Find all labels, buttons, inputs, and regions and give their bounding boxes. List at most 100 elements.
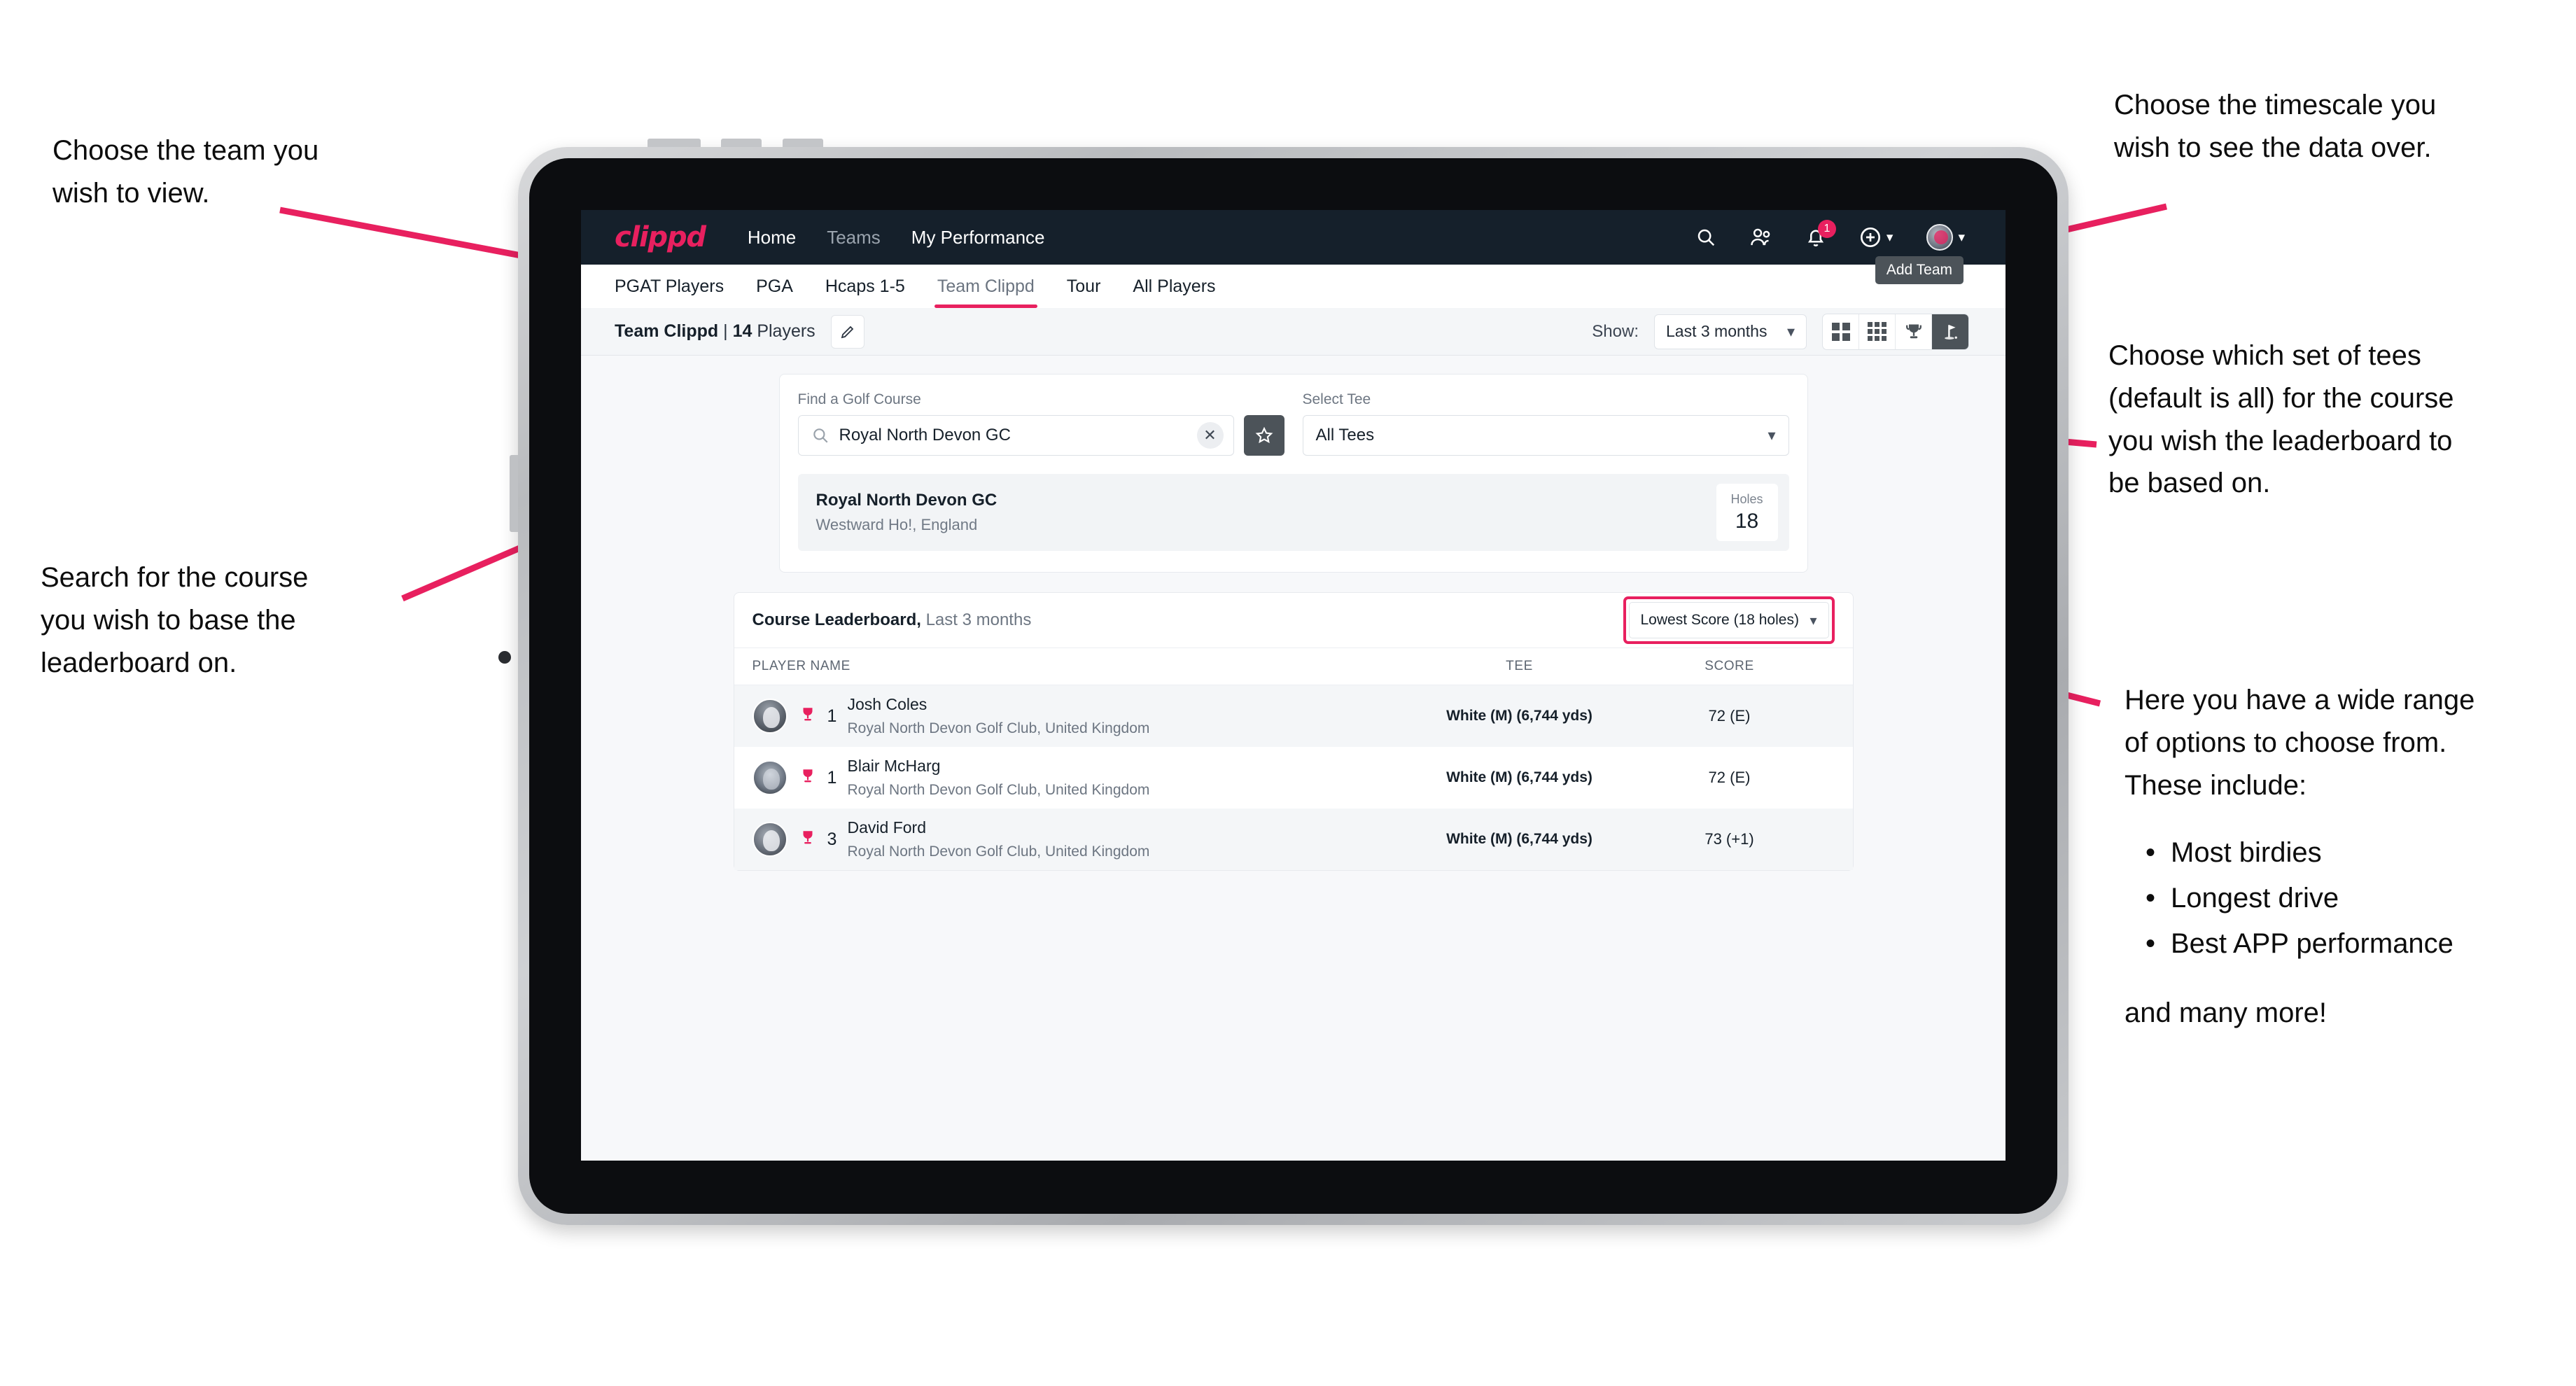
course-search-fields: Find a Golf Course Royal North Devon GC … (797, 391, 1789, 456)
player-names: Josh Coles Royal North Devon Golf Club, … (848, 695, 1150, 737)
search-icon[interactable] (1695, 227, 1716, 248)
player-tee: White (M) (6,744 yds) (1446, 708, 1592, 724)
chevron-down-icon: ▾ (1768, 426, 1776, 444)
find-course-field: Find a Golf Course Royal North Devon GC … (797, 391, 1284, 456)
chevron-down-icon: ▾ (1809, 612, 1817, 629)
device-button (510, 455, 518, 532)
chevron-down-icon[interactable]: ▾ (1958, 230, 1965, 246)
tab-team-clippd[interactable]: Team Clippd (934, 265, 1037, 308)
column-header-score: SCORE (1704, 659, 1754, 673)
annotation-options-outro: and many more! (2124, 997, 2328, 1028)
main-nav: Home Teams My Performance (748, 227, 1045, 248)
annotation-options-item: • Longest drive (2146, 877, 2558, 920)
avatar[interactable]: ▾ (1926, 224, 1965, 251)
trophy-icon (799, 706, 817, 727)
timescale-select[interactable]: Last 3 months ▾ (1654, 314, 1807, 349)
view-toggle-trophy[interactable] (1896, 314, 1932, 349)
player-club: Royal North Devon Golf Club, United King… (847, 782, 1150, 798)
player-tee: White (M) (6,744 yds) (1446, 769, 1592, 785)
search-icon (813, 428, 828, 443)
player-names: David Ford Royal North Devon Golf Club, … (848, 818, 1150, 860)
course-search-card: Find a Golf Course Royal North Devon GC … (778, 374, 1808, 573)
nav-item-my-performance[interactable]: My Performance (911, 227, 1045, 248)
avatar (752, 822, 788, 857)
trophy-icon (799, 767, 817, 789)
player-count: 14 (732, 321, 752, 341)
player-club: Royal North Devon Golf Club, United King… (847, 844, 1150, 860)
column-header-tee: TEE (1506, 659, 1533, 673)
edit-team-button[interactable] (830, 314, 864, 349)
leaderboard-sort-dropdown[interactable]: Lowest Score (18 holes) ▾ (1628, 602, 1829, 638)
table-row[interactable]: 1 Blair McHarg Royal North Devon Golf Cl… (734, 747, 1853, 808)
nav-item-teams[interactable]: Teams (827, 227, 881, 248)
leaderboard-header: Course Leaderboard, Last 3 months Lowest… (734, 593, 1853, 648)
tab-pgat-players[interactable]: PGAT Players (615, 265, 724, 308)
avatar-image (1926, 224, 1954, 251)
tab-hcaps-1-5[interactable]: Hcaps 1-5 (825, 265, 905, 308)
plus-circle-icon[interactable]: ▾ (1859, 226, 1893, 248)
select-tee-dropdown[interactable]: All Tees ▾ (1302, 415, 1789, 456)
clippd-logo[interactable]: clippd (615, 221, 706, 253)
chevron-down-icon[interactable]: ▾ (1886, 230, 1893, 246)
device-button (783, 139, 823, 147)
bullet-dot: • (2146, 927, 2156, 959)
player-score: 73 (+1) (1704, 830, 1754, 848)
add-team-tooltip: Add Team (1875, 256, 1963, 284)
course-result-name: Royal North Devon GC (816, 491, 997, 510)
tab-tour[interactable]: Tour (1067, 265, 1101, 308)
avatar (752, 699, 788, 734)
team-tabs: PGAT Players PGA Hcaps 1-5 Team Clippd T… (581, 256, 2005, 308)
player-name: Josh Coles (847, 695, 927, 713)
tab-all-players[interactable]: All Players (1133, 265, 1215, 308)
tablet-device: clippd Home Teams My Performance 1 ▾ ▾ P… (498, 139, 2068, 1225)
course-leaderboard-card: Course Leaderboard, Last 3 months Lowest… (733, 592, 1854, 871)
clear-search-button[interactable]: ✕ (1196, 422, 1224, 449)
favourite-course-button[interactable] (1243, 415, 1284, 456)
main-content: Find a Golf Course Royal North Devon GC … (581, 356, 2005, 871)
device-button (721, 139, 762, 147)
chevron-down-icon: ▾ (1786, 322, 1795, 340)
course-result-location: Westward Ho!, England (816, 516, 978, 533)
select-tee-value: All Tees (1315, 426, 1375, 444)
table-row[interactable]: 1 Josh Coles Royal North Devon Golf Club… (734, 685, 1853, 747)
view-toggle-grid-2x2[interactable] (1823, 314, 1859, 349)
grid-3x3-icon (1868, 322, 1886, 341)
nav-item-home[interactable]: Home (748, 227, 796, 248)
view-toggle-grid-3x3[interactable] (1859, 314, 1896, 349)
holes-value: 18 (1735, 509, 1759, 533)
table-row[interactable]: 3 David Ford Royal North Devon Golf Club… (734, 808, 1853, 870)
player-score: 72 (E) (1708, 707, 1751, 724)
annotation-options: Here you have a wide range of options to… (2124, 679, 2558, 1035)
annotation-search: Search for the course you wish to base t… (41, 562, 309, 678)
app-header: clippd Home Teams My Performance 1 ▾ ▾ (581, 210, 2005, 265)
course-search-input[interactable]: Royal North Devon GC ✕ (797, 415, 1234, 456)
team-name: Team Clippd (615, 321, 719, 341)
select-tee-label: Select Tee (1302, 391, 1371, 407)
player-rank: 1 (827, 706, 837, 726)
annotation-options-intro: Here you have a wide range of options to… (2124, 685, 2475, 801)
player-name: Blair McHarg (847, 757, 941, 775)
subheader-controls: Show: Last 3 months ▾ (1592, 313, 1969, 350)
device-bezel: clippd Home Teams My Performance 1 ▾ ▾ P… (529, 158, 2057, 1214)
people-icon[interactable] (1750, 227, 1772, 248)
course-result-row[interactable]: Royal North Devon GC Westward Ho!, Engla… (797, 474, 1789, 551)
annotation-timescale: Choose the timescale you wish to see the… (2114, 90, 2437, 163)
device-camera (498, 651, 511, 664)
course-result-text: Royal North Devon GC Westward Ho!, Engla… (816, 491, 997, 534)
timescale-value: Last 3 months (1666, 322, 1768, 340)
separator: | (718, 321, 733, 341)
player-rank: 1 (827, 767, 837, 788)
bell-icon[interactable]: 1 (1806, 220, 1836, 248)
view-toggle-golf-flag[interactable] (1932, 314, 1968, 349)
tab-pga[interactable]: PGA (756, 265, 793, 308)
leaderboard-title-main: Course Leaderboard, (752, 610, 921, 629)
bullet-dot: • (2146, 837, 2156, 869)
leaderboard-title: Course Leaderboard, Last 3 months (752, 610, 1032, 630)
leaderboard-title-sub: Last 3 months (920, 610, 1032, 629)
leaderboard-column-headers: PLAYER NAME TEE SCORE (734, 648, 1853, 685)
star-icon (1255, 426, 1273, 444)
leaderboard-sort-value: Lowest Score (18 holes) (1640, 612, 1799, 628)
player-names: Blair McHarg Royal North Devon Golf Club… (848, 757, 1150, 799)
team-subheader: Team Clippd | 14 Players Show: Last 3 mo… (581, 308, 2005, 356)
player-club: Royal North Devon Golf Club, United King… (847, 720, 1150, 736)
